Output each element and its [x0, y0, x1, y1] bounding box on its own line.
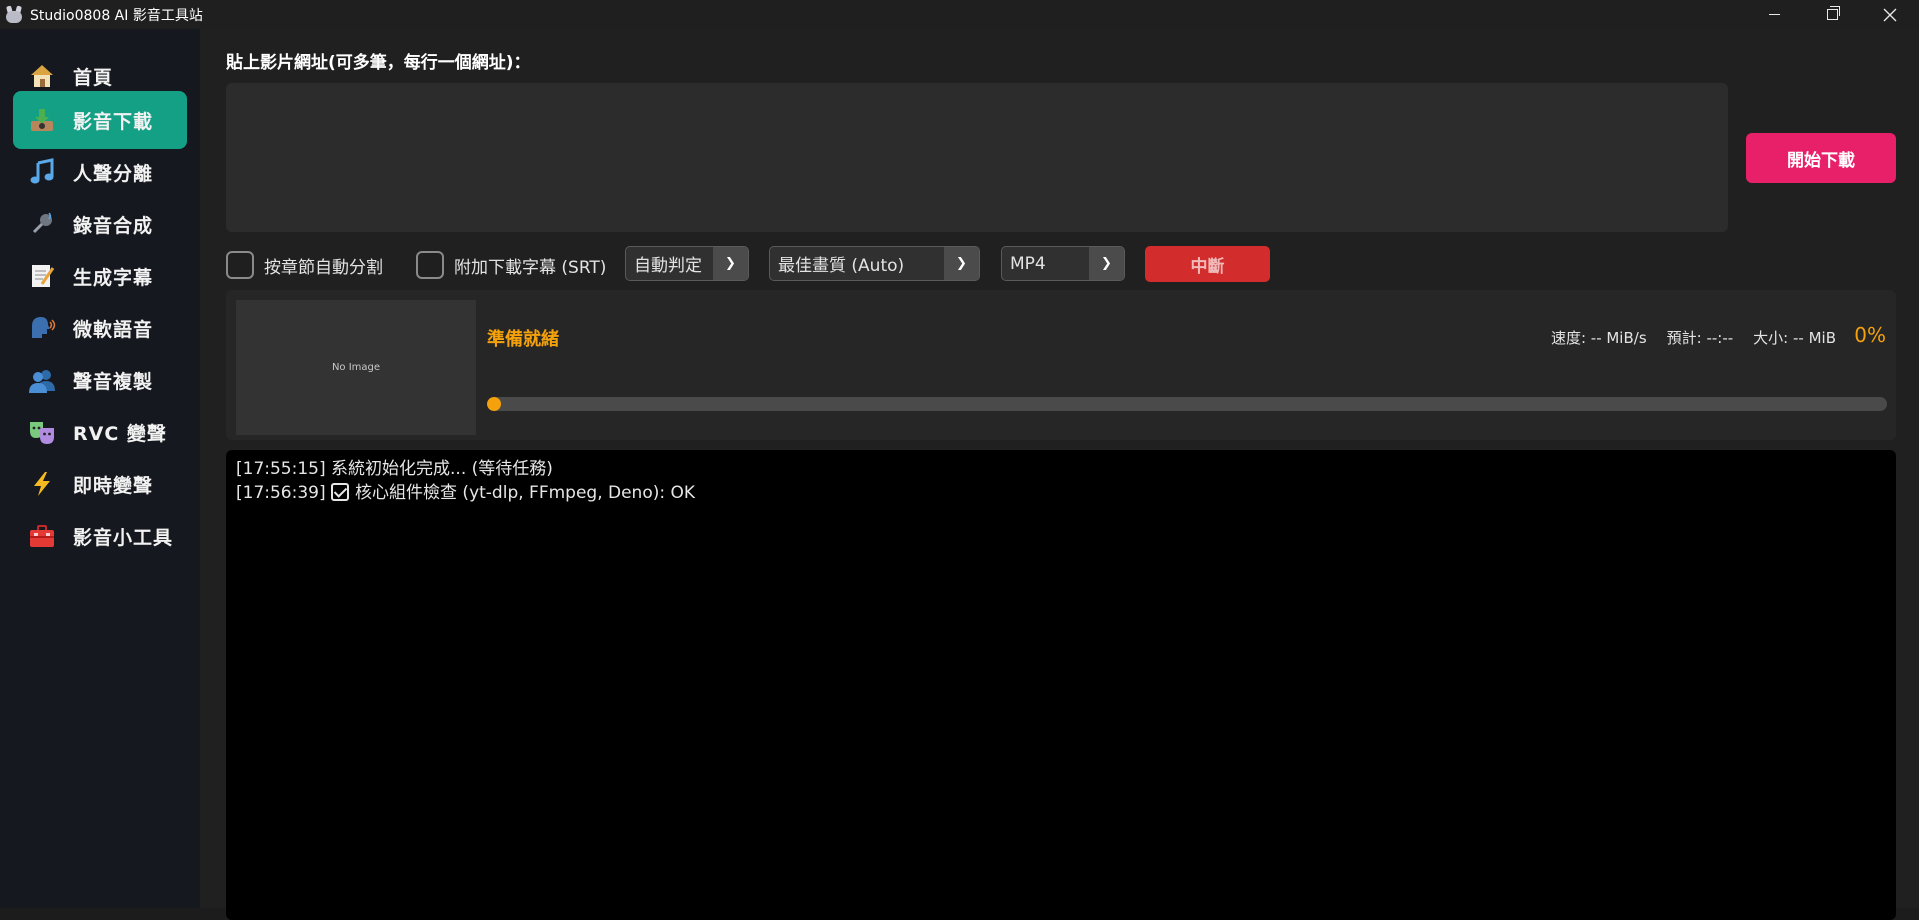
- sidebar-item-vocal-separation[interactable]: 人聲分離: [13, 143, 187, 201]
- main-panel: 貼上影片網址(可多筆，每行一個網址)： 開始下載 按章節自動分割 附加下載字幕 …: [200, 29, 1919, 920]
- download-tray-icon: [26, 104, 58, 136]
- minimize-button[interactable]: [1745, 0, 1803, 29]
- chevron-down-icon: ❯: [1089, 247, 1124, 280]
- close-button[interactable]: [1861, 0, 1919, 29]
- log-line: [17:56:39] 核心組件檢查 (yt-dlp, FFmpeg, Deno)…: [236, 481, 1886, 505]
- chevron-down-icon: ❯: [944, 247, 979, 280]
- subtitle-label: 附加下載字幕 (SRT): [454, 257, 607, 278]
- download-stats: 速度: -- MiB/s 預計: --:-- 大小: -- MiB: [1551, 327, 1836, 348]
- app-logo-icon: [5, 4, 23, 24]
- sidebar-item-label: 影音下載: [73, 110, 154, 133]
- sidebar-item-label: 錄音合成: [73, 214, 154, 237]
- sidebar-item-label: RVC 變聲: [73, 422, 167, 445]
- speaking-head-icon: [26, 312, 58, 344]
- quality-value: 最佳畫質 (Auto): [778, 256, 905, 276]
- restore-icon: [1826, 6, 1840, 20]
- format-select[interactable]: MP4 ❯: [1001, 246, 1125, 281]
- sidebar-item-label: 影音小工具: [73, 526, 174, 549]
- title-bar: Studio0808 AI 影音工具站: [0, 0, 1919, 29]
- memo-icon: [26, 260, 58, 292]
- sidebar-item-subtitles[interactable]: 生成字幕: [13, 247, 187, 305]
- sidebar-item-recording[interactable]: 錄音合成: [13, 195, 187, 253]
- sidebar-item-label: 即時變聲: [73, 474, 154, 497]
- sidebar-item-label: 人聲分離: [73, 162, 154, 185]
- sidebar-item-label: 生成字幕: [73, 266, 154, 289]
- eta-text: 預計: --:--: [1666, 329, 1734, 347]
- window-controls: [1745, 0, 1919, 29]
- sidebar-item-realtime[interactable]: 即時變聲: [13, 455, 187, 513]
- url-input-label: 貼上影片網址(可多筆，每行一個網址)：: [226, 53, 531, 73]
- subtitle-language-select[interactable]: 自動判定 ❯: [625, 246, 749, 281]
- progress-bar-fill: [487, 397, 501, 411]
- chevron-down-icon: ❯: [713, 247, 748, 280]
- sidebar-item-download[interactable]: 影音下載: [13, 91, 187, 149]
- log-message: 核心組件檢查 (yt-dlp, FFmpeg, Deno): OK: [355, 483, 696, 503]
- sidebar-item-label: 聲音複製: [73, 370, 154, 393]
- subtitle-checkbox[interactable]: [416, 251, 444, 279]
- log-output[interactable]: [17:55:15] 系統初始化完成... (等待任務) [17:56:39] …: [226, 450, 1896, 920]
- video-thumbnail: No Image: [236, 300, 476, 435]
- microphone-icon: [26, 208, 58, 240]
- progress-percent: 0%: [1854, 323, 1886, 347]
- chapter-split-option[interactable]: 按章節自動分割: [226, 247, 383, 283]
- sidebar-item-label: 微軟語音: [73, 318, 154, 341]
- log-message: 系統初始化完成... (等待任務): [331, 459, 553, 479]
- chapter-split-checkbox[interactable]: [226, 251, 254, 279]
- status-text: 準備就緒: [487, 329, 559, 350]
- subtitle-language-value: 自動判定: [634, 256, 702, 276]
- stop-button[interactable]: 中斷: [1145, 246, 1270, 282]
- sidebar-item-voice-clone[interactable]: 聲音複製: [13, 351, 187, 409]
- minimize-icon: [1768, 14, 1780, 15]
- speed-text: 速度: -- MiB/s: [1550, 329, 1647, 347]
- music-note-icon: [26, 156, 58, 188]
- sidebar-item-ms-speech[interactable]: 微軟語音: [13, 299, 187, 357]
- sidebar-item-label: 首頁: [73, 66, 114, 89]
- sidebar-item-tools[interactable]: 影音小工具: [13, 507, 187, 565]
- sidebar: 首頁 影音下載 人聲分離 錄音合成 生成字幕 微軟語音 聲音複製 RVC 變聲 …: [0, 29, 200, 908]
- log-line: [17:55:15] 系統初始化完成... (等待任務): [236, 457, 1886, 481]
- thumbnail-placeholder-text: No Image: [331, 362, 381, 373]
- progress-panel: No Image 準備就緒 速度: -- MiB/s 預計: --:-- 大小:…: [226, 290, 1896, 440]
- sidebar-item-rvc[interactable]: RVC 變聲: [13, 403, 187, 461]
- busts-icon: [26, 364, 58, 396]
- check-box-icon: [331, 483, 350, 501]
- start-download-button[interactable]: 開始下載: [1746, 133, 1896, 183]
- progress-bar: [487, 397, 1887, 411]
- log-time: [17:55:15]: [236, 459, 326, 479]
- quality-select[interactable]: 最佳畫質 (Auto) ❯: [769, 246, 980, 281]
- toolbox-icon: [26, 520, 58, 552]
- size-text: 大小: -- MiB: [1753, 329, 1836, 347]
- theater-masks-icon: [26, 416, 58, 448]
- house-icon: [26, 60, 58, 92]
- close-icon: [1883, 8, 1897, 21]
- subtitle-option[interactable]: 附加下載字幕 (SRT): [416, 247, 606, 283]
- chapter-split-label: 按章節自動分割: [264, 257, 383, 278]
- restore-button[interactable]: [1803, 0, 1861, 29]
- lightning-icon: [26, 468, 58, 500]
- url-textarea[interactable]: [226, 83, 1728, 232]
- log-time: [17:56:39]: [236, 483, 326, 503]
- format-value: MP4: [1010, 253, 1046, 274]
- window-title: Studio0808 AI 影音工具站: [30, 7, 203, 24]
